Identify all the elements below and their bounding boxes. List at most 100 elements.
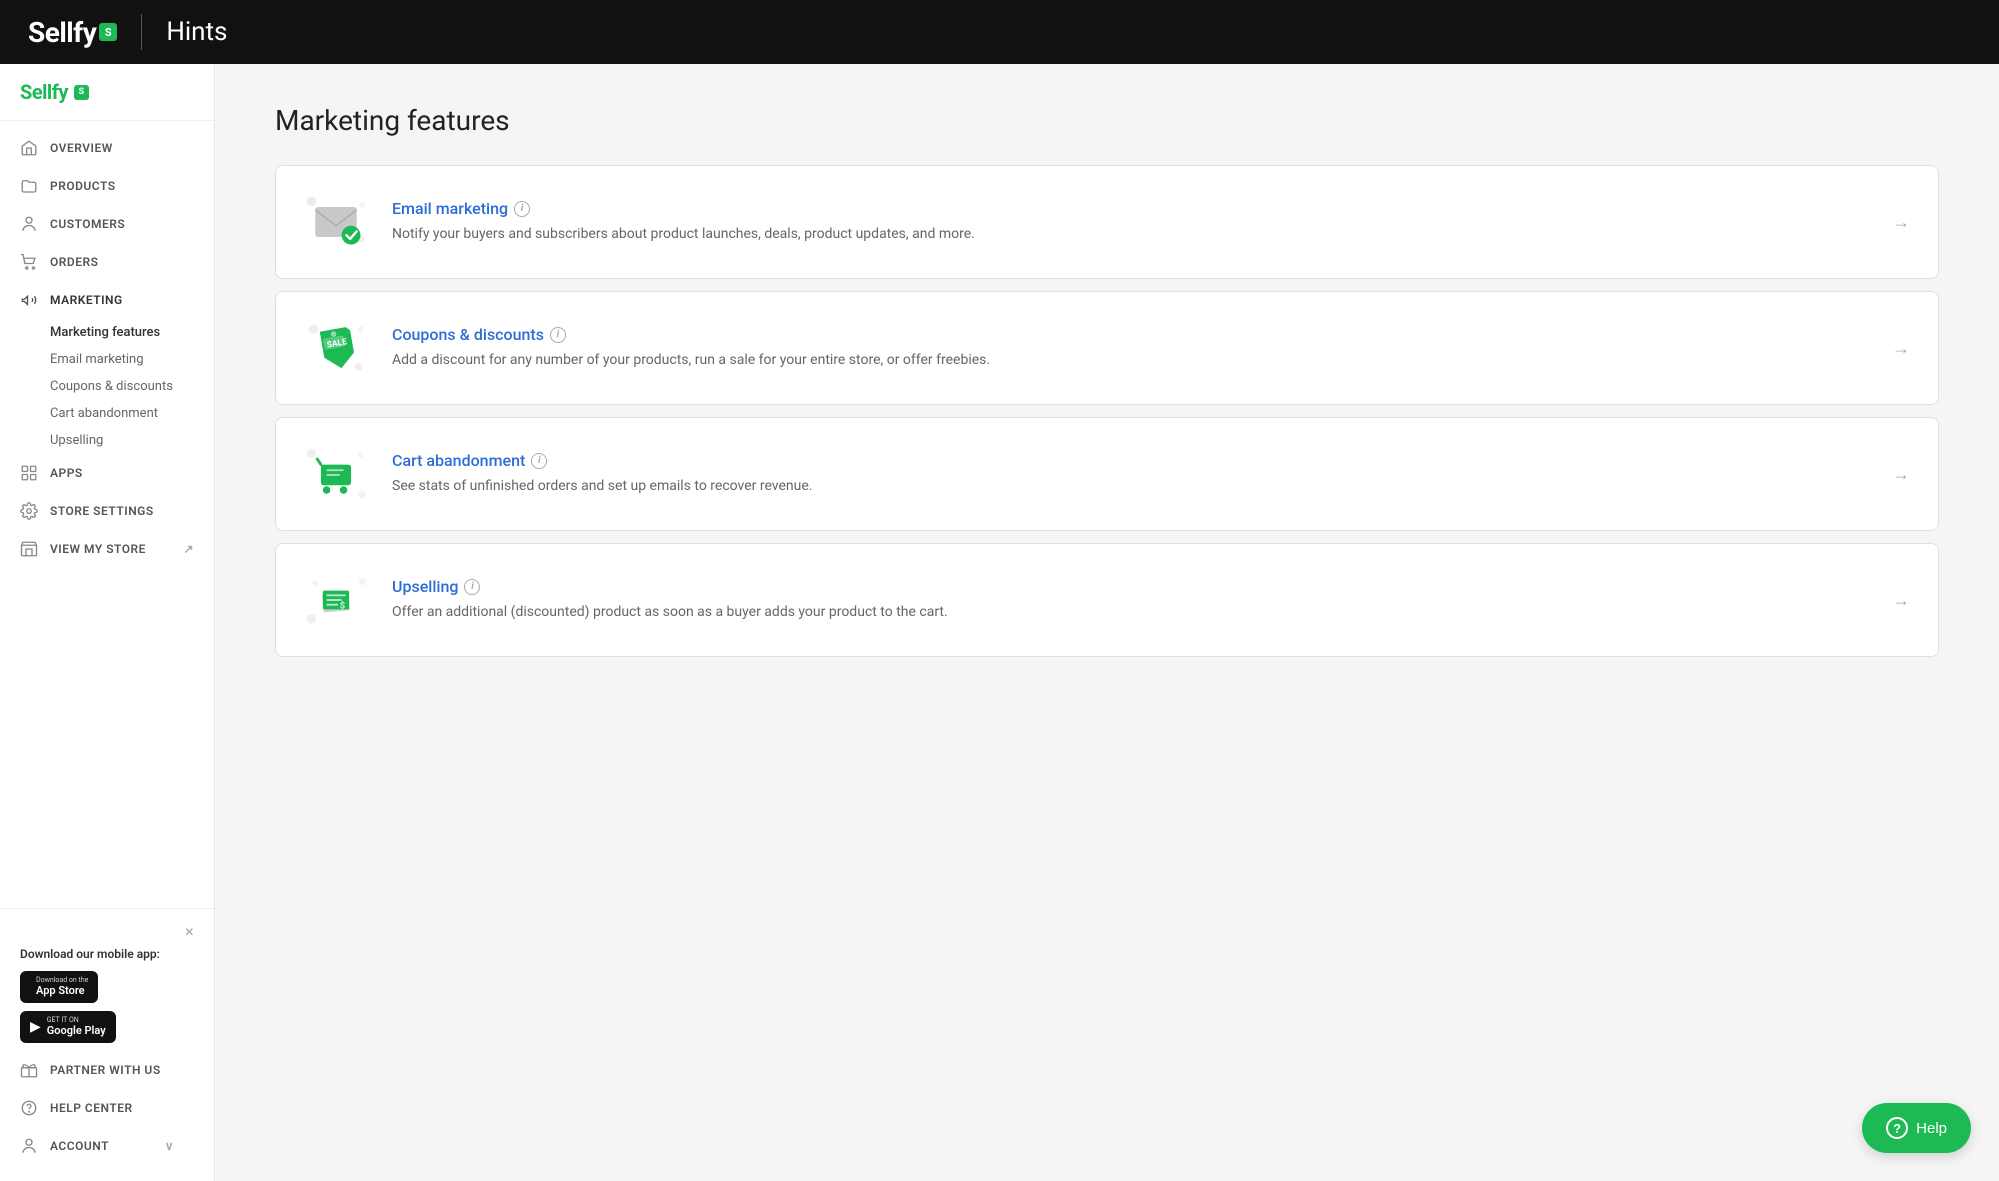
sidebar-brand-text: Sellfy bbox=[20, 80, 68, 104]
external-link-icon: ↗ bbox=[183, 542, 194, 556]
megaphone-icon bbox=[20, 291, 38, 309]
sidebar-item-account[interactable]: ACCOUNT ∨ bbox=[20, 1127, 194, 1165]
sidebar-brand: Sellfy S bbox=[0, 64, 214, 121]
account-icon bbox=[20, 1137, 38, 1155]
email-marketing-title: Email marketing i bbox=[392, 199, 1868, 218]
subnav-upselling[interactable]: Upselling bbox=[50, 427, 214, 454]
upselling-info-icon[interactable]: i bbox=[464, 579, 480, 595]
upselling-arrow: → bbox=[1892, 590, 1910, 611]
coupons-discounts-arrow: → bbox=[1892, 338, 1910, 359]
folder-icon bbox=[20, 177, 38, 195]
upselling-icon: $ bbox=[304, 568, 368, 632]
chevron-down-icon: ∨ bbox=[165, 1139, 174, 1153]
sidebar-item-help-center[interactable]: HELP CENTER bbox=[20, 1089, 194, 1127]
subnav-email-marketing[interactable]: Email marketing bbox=[50, 346, 214, 373]
email-marketing-text: Email marketing i Notify your buyers and… bbox=[392, 199, 1868, 245]
help-question-icon: ? bbox=[1886, 1117, 1908, 1139]
coupons-info-icon[interactable]: i bbox=[550, 327, 566, 343]
header-logo: Sellfy S bbox=[28, 16, 117, 49]
close-mobile-app-button[interactable]: × bbox=[185, 925, 194, 941]
sidebar-brand-badge: S bbox=[74, 85, 89, 100]
cart-abandonment-info-icon[interactable]: i bbox=[531, 453, 547, 469]
google-play-badge[interactable]: ▶ GET IT ON Google Play bbox=[20, 1011, 116, 1043]
app-store-sub: Download on the bbox=[36, 977, 88, 984]
upselling-desc: Offer an additional (discounted) product… bbox=[392, 602, 1868, 623]
sidebar-label-store-settings: STORE SETTINGS bbox=[50, 504, 154, 518]
sidebar-label-customers: CUSTOMERS bbox=[50, 217, 125, 231]
sidebar-label-marketing: MARKETING bbox=[50, 293, 123, 307]
help-button[interactable]: ? Help bbox=[1862, 1103, 1971, 1153]
dismiss-mobile-app: × bbox=[20, 925, 194, 941]
coupons-discounts-desc: Add a discount for any number of your pr… bbox=[392, 350, 1868, 371]
store-badges: Download on the App Store ▶ GET IT ON Go… bbox=[20, 971, 194, 1043]
sidebar-item-customers[interactable]: CUSTOMERS bbox=[0, 205, 214, 243]
marketing-subnav: Marketing features Email marketing Coupo… bbox=[0, 319, 214, 454]
upselling-title: Upselling i bbox=[392, 577, 1868, 596]
sidebar-label-apps: APPS bbox=[50, 466, 83, 480]
upselling-text: Upselling i Offer an additional (discoun… bbox=[392, 577, 1868, 623]
coupons-icon: SALE bbox=[304, 316, 368, 380]
sidebar: Sellfy S OVERVIEW bbox=[0, 64, 215, 1181]
main-content: Marketing features bbox=[215, 64, 1999, 1181]
help-button-label: Help bbox=[1916, 1120, 1947, 1137]
coupons-discounts-card[interactable]: SALE Coupons & discounts i Add a discoun… bbox=[275, 291, 1939, 405]
cart-abandonment-icon bbox=[304, 442, 368, 506]
sidebar-nav: OVERVIEW PRODUCTS CUS bbox=[0, 121, 214, 908]
google-play-main: Google Play bbox=[47, 1024, 106, 1037]
email-marketing-desc: Notify your buyers and subscribers about… bbox=[392, 224, 1868, 245]
svg-text:$: $ bbox=[340, 600, 345, 611]
coupons-discounts-text: Coupons & discounts i Add a discount for… bbox=[392, 325, 1868, 371]
header-logo-text: Sellfy bbox=[28, 16, 96, 49]
sidebar-label-account: ACCOUNT bbox=[50, 1139, 109, 1153]
sidebar-item-orders[interactable]: ORDERS bbox=[0, 243, 214, 281]
header-logo-badge: S bbox=[99, 23, 117, 41]
help-center-icon bbox=[20, 1099, 38, 1117]
sidebar-label-orders: ORDERS bbox=[50, 255, 98, 269]
sidebar-label-partner: PARTNER WITH US bbox=[50, 1063, 161, 1077]
sidebar-label-products: PRODUCTS bbox=[50, 179, 116, 193]
cart-abandonment-title: Cart abandonment i bbox=[392, 451, 1868, 470]
sidebar-label-help-center: HELP CENTER bbox=[50, 1101, 133, 1115]
mobile-app-section: × Download our mobile app: Download on t… bbox=[0, 908, 214, 1181]
orders-icon bbox=[20, 253, 38, 271]
home-icon bbox=[20, 139, 38, 157]
coupons-discounts-title: Coupons & discounts i bbox=[392, 325, 1868, 344]
subnav-cart-abandonment[interactable]: Cart abandonment bbox=[50, 400, 214, 427]
top-header: Sellfy S Hints bbox=[0, 0, 1999, 64]
layout: Sellfy S OVERVIEW bbox=[0, 64, 1999, 1181]
sidebar-item-marketing[interactable]: MARKETING bbox=[0, 281, 214, 319]
sidebar-label-view-store: VIEW MY STORE bbox=[50, 542, 146, 556]
email-marketing-info-icon[interactable]: i bbox=[514, 201, 530, 217]
cart-abandonment-text: Cart abandonment i See stats of unfinish… bbox=[392, 451, 1868, 497]
mobile-app-title: Download our mobile app: bbox=[20, 947, 194, 961]
email-marketing-icon bbox=[304, 190, 368, 254]
sidebar-item-products[interactable]: PRODUCTS bbox=[0, 167, 214, 205]
gift-icon bbox=[20, 1061, 38, 1079]
header-title: Hints bbox=[166, 17, 227, 47]
subnav-marketing-features[interactable]: Marketing features bbox=[50, 319, 214, 346]
grid-icon bbox=[20, 464, 38, 482]
sidebar-item-view-store[interactable]: VIEW MY STORE ↗ bbox=[0, 530, 214, 568]
gear-icon bbox=[20, 502, 38, 520]
sidebar-item-overview[interactable]: OVERVIEW bbox=[0, 129, 214, 167]
upselling-card[interactable]: $ Upselling i Offer an additional (disco… bbox=[275, 543, 1939, 657]
cart-abandonment-arrow: → bbox=[1892, 464, 1910, 485]
sidebar-item-apps[interactable]: APPS bbox=[0, 454, 214, 492]
email-marketing-arrow: → bbox=[1892, 212, 1910, 233]
header-divider bbox=[141, 14, 142, 50]
google-play-icon: ▶ bbox=[30, 1019, 41, 1035]
page-title: Marketing features bbox=[275, 104, 1939, 137]
google-play-sub: GET IT ON bbox=[47, 1017, 106, 1024]
sidebar-footer-items: PARTNER WITH US HELP CENTER bbox=[20, 1051, 194, 1165]
cart-abandonment-card[interactable]: Cart abandonment i See stats of unfinish… bbox=[275, 417, 1939, 531]
sidebar-item-store-settings[interactable]: STORE SETTINGS bbox=[0, 492, 214, 530]
app-store-badge[interactable]: Download on the App Store bbox=[20, 971, 98, 1003]
subnav-coupons-discounts[interactable]: Coupons & discounts bbox=[50, 373, 214, 400]
cart-abandonment-desc: See stats of unfinished orders and set u… bbox=[392, 476, 1868, 497]
sidebar-label-overview: OVERVIEW bbox=[50, 141, 113, 155]
store-icon bbox=[20, 540, 38, 558]
email-marketing-card[interactable]: Email marketing i Notify your buyers and… bbox=[275, 165, 1939, 279]
sidebar-item-partner[interactable]: PARTNER WITH US bbox=[20, 1051, 194, 1089]
person-icon bbox=[20, 215, 38, 233]
app-store-main: App Store bbox=[36, 984, 88, 997]
